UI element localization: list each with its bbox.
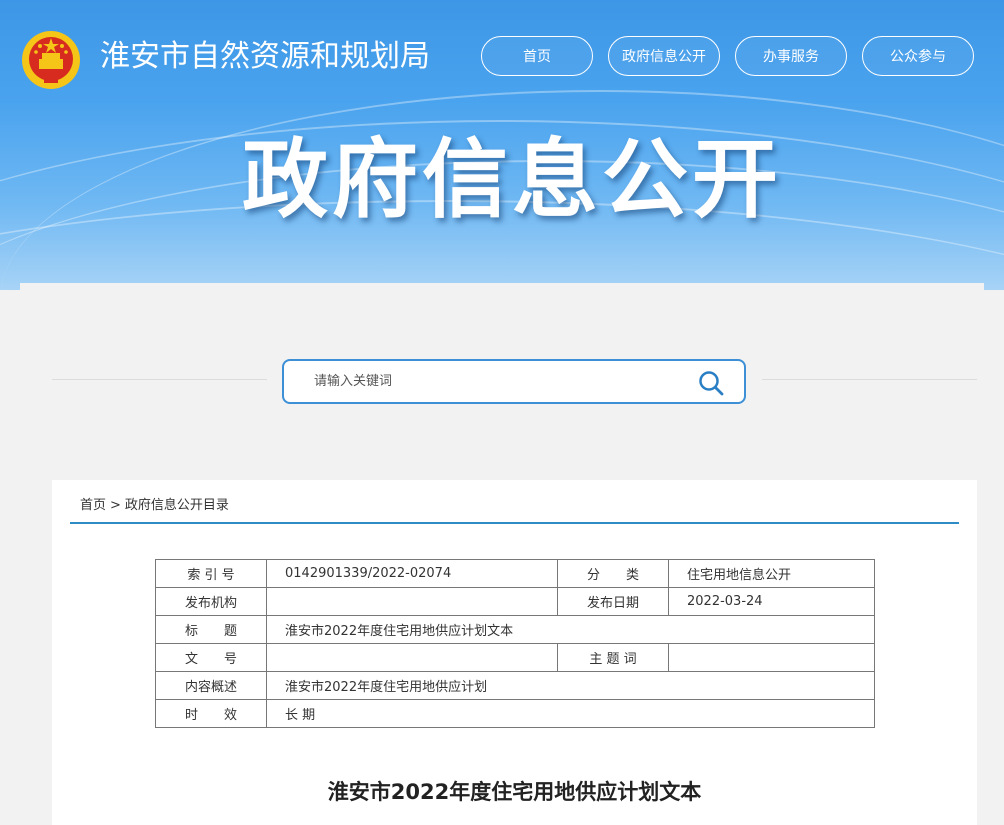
breadcrumb-home[interactable]: 首页 [80, 498, 106, 513]
title-value: 淮安市2022年度住宅用地供应计划文本 [266, 615, 875, 644]
nav-participation[interactable]: 公众参与 [862, 36, 974, 76]
validity-value: 长 期 [266, 699, 875, 728]
breadcrumb-current[interactable]: 政府信息公开目录 [125, 498, 229, 513]
table-row: 标 题 淮安市2022年度住宅用地供应计划文本 [155, 615, 875, 644]
breadcrumb: 首页 > 政府信息公开目录 [80, 494, 229, 513]
breadcrumb-divider [70, 522, 959, 524]
category-value: 住宅用地信息公开 [668, 559, 875, 588]
search-divider-left [52, 379, 267, 380]
category-label: 分 类 [557, 559, 669, 588]
table-row: 内容概述 淮安市2022年度住宅用地供应计划 [155, 671, 875, 700]
search-icon[interactable] [698, 370, 724, 396]
date-label: 发布日期 [557, 587, 669, 616]
breadcrumb-separator: > [110, 498, 121, 513]
header: 淮安市自然资源和规划局 首页 政府信息公开 办事服务 公众参与 政府信息公开 [0, 0, 1004, 290]
table-row: 索 引 号 0142901339/2022-02074 分 类 住宅用地信息公开 [155, 559, 875, 588]
title-label: 标 题 [155, 615, 267, 644]
publisher-value [266, 587, 558, 616]
search-input[interactable] [314, 361, 674, 402]
table-row: 发布机构 发布日期 2022-03-24 [155, 587, 875, 616]
document-title: 淮安市2022年度住宅用地供应计划文本 [327, 780, 702, 804]
nav-home[interactable]: 首页 [481, 36, 593, 76]
summary-label: 内容概述 [155, 671, 267, 700]
index-value: 0142901339/2022-02074 [266, 559, 558, 588]
index-label: 索 引 号 [155, 559, 267, 588]
date-value: 2022-03-24 [668, 587, 875, 616]
metadata-table: 索 引 号 0142901339/2022-02074 分 类 住宅用地信息公开… [155, 559, 875, 728]
main-content: 首页 > 政府信息公开目录 索 引 号 0142901339/2022-02074 … [20, 283, 984, 825]
table-row: 文 号 主 题 词 [155, 643, 875, 672]
publisher-label: 发布机构 [155, 587, 267, 616]
nav-services[interactable]: 办事服务 [735, 36, 847, 76]
table-row: 时 效 长 期 [155, 699, 875, 728]
search-box [282, 359, 746, 404]
main-nav: 首页 政府信息公开 办事服务 公众参与 [481, 36, 974, 76]
docno-label: 文 号 [155, 643, 267, 672]
nav-gov-info[interactable]: 政府信息公开 [608, 36, 720, 76]
validity-label: 时 效 [155, 699, 267, 728]
docno-value [266, 643, 558, 672]
keywords-label: 主 题 词 [557, 643, 669, 672]
keywords-value [668, 643, 875, 672]
banner-title: 政府信息公开 [242, 130, 782, 230]
site-title[interactable]: 淮安市自然资源和规划局 [100, 35, 430, 79]
info-panel: 首页 > 政府信息公开目录 索 引 号 0142901339/2022-02074 … [52, 480, 977, 825]
search-divider-right [762, 379, 977, 380]
national-emblem-icon [22, 31, 80, 89]
summary-value: 淮安市2022年度住宅用地供应计划 [266, 671, 875, 700]
